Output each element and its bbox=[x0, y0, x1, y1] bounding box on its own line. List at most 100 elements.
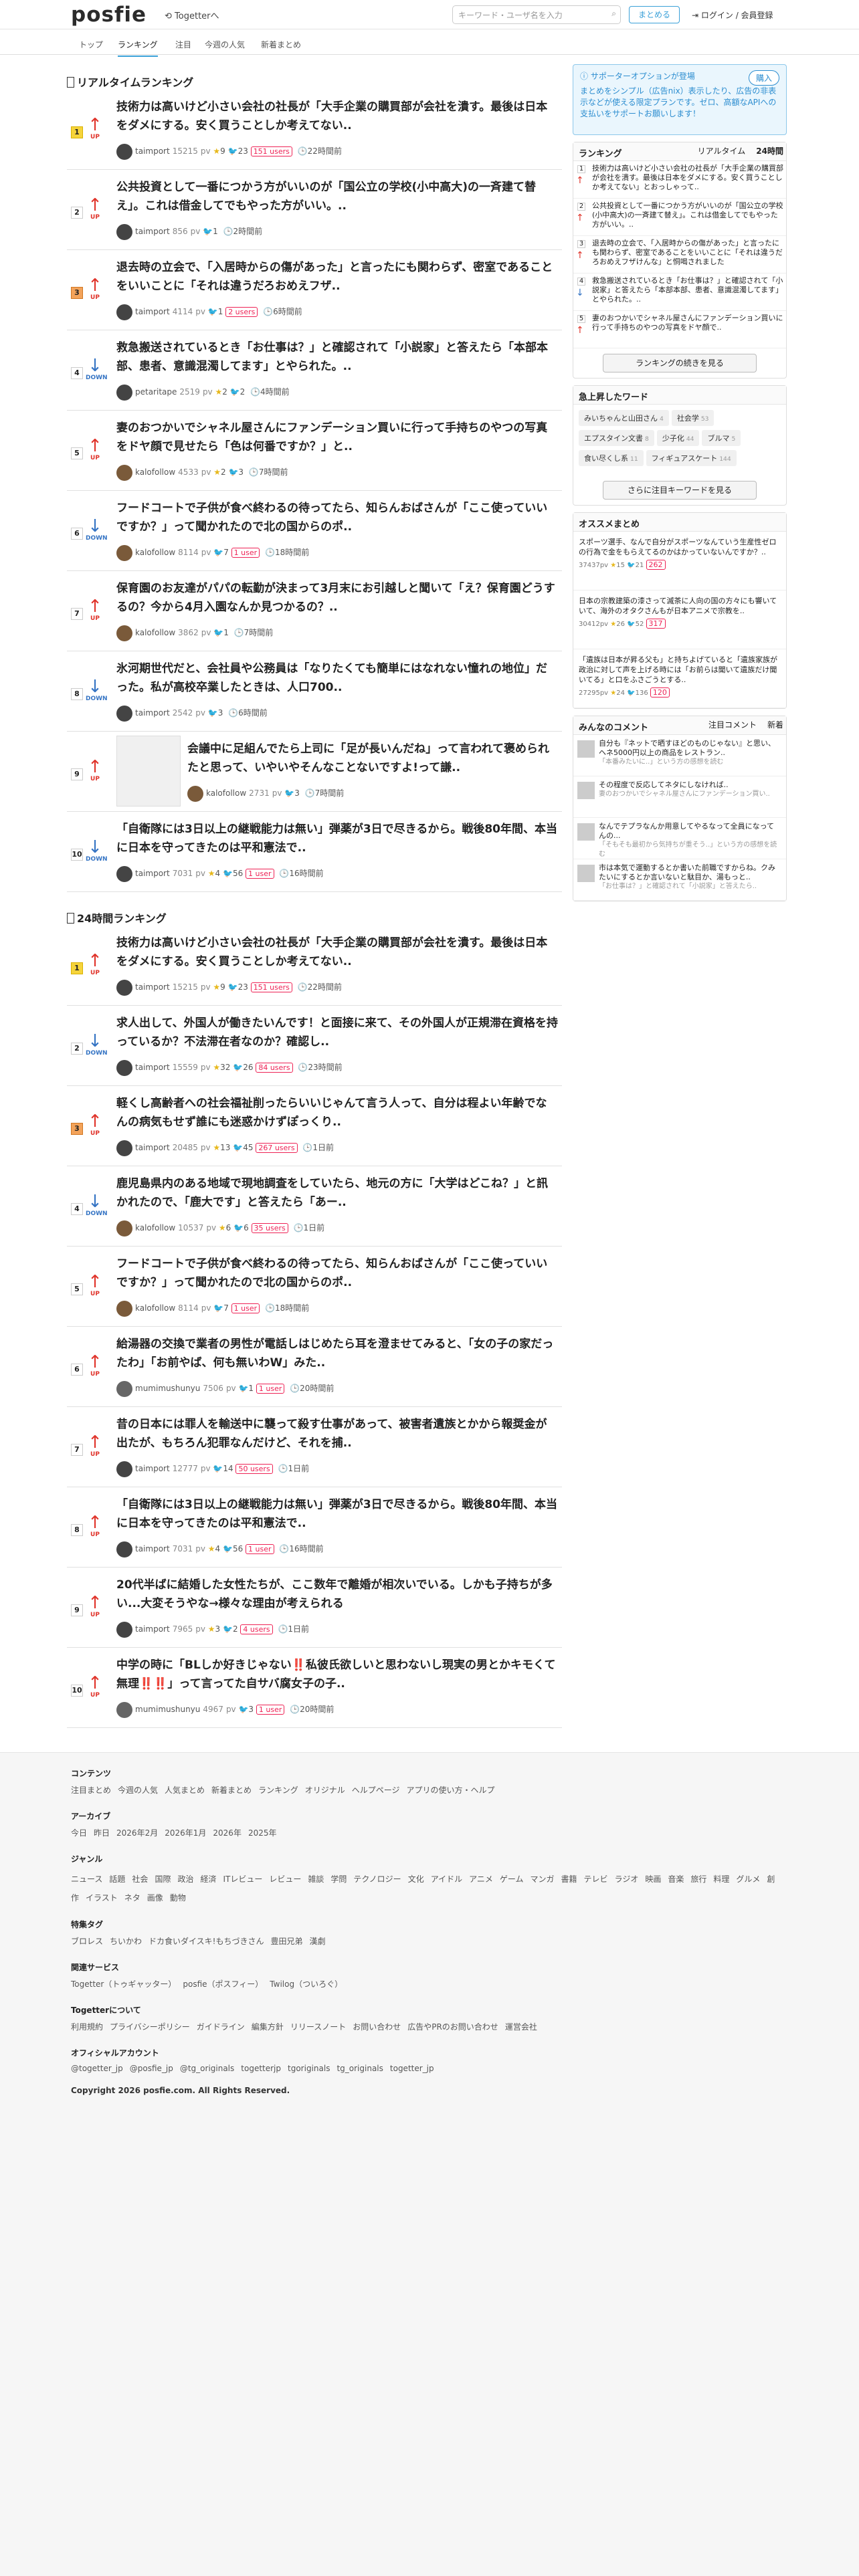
keyword-chip[interactable]: エプスタイン文書 8 bbox=[579, 430, 654, 446]
avatar[interactable] bbox=[116, 1220, 132, 1237]
comment-text[interactable]: その程度で反応してネタにしなければ.. bbox=[599, 780, 781, 790]
username[interactable]: taimport bbox=[135, 146, 170, 156]
sidebar-ranking-title[interactable]: 救急搬送されているとき「お仕事は？」と確認されて「小説家」と答えたら「本部本部、… bbox=[592, 276, 783, 304]
keyword-chip[interactable]: 少子化 44 bbox=[656, 430, 700, 446]
supporter-ad[interactable]: ⓘ サポーターオプションが登場 購入 まとめをシンプル（広告nix）表示したり、… bbox=[573, 64, 787, 135]
recommended-title[interactable]: 「遺族は日本が昇る父も」と持ちよげていると「遺族家族が政治に対して声を上げる時に… bbox=[579, 655, 781, 685]
genre-link[interactable]: ラジオ bbox=[615, 1874, 639, 1884]
genre-link[interactable]: 話題 bbox=[109, 1874, 125, 1884]
sidebar-ranking-title[interactable]: 妻のおつかいでシャネル屋さんにファンデーション買いに行って手持ちのやつの写真をド… bbox=[592, 314, 783, 332]
genre-link[interactable]: 音楽 bbox=[668, 1874, 684, 1884]
avatar[interactable] bbox=[116, 544, 132, 561]
footer-link[interactable]: プライバシーポリシー bbox=[110, 2022, 190, 2032]
posfie-logo[interactable]: posfie bbox=[71, 3, 147, 27]
keyword-chip[interactable]: フィギュアスケート 144 bbox=[646, 450, 737, 466]
comment-item[interactable]: 市は本気で運動するとか書いた前職ですからね。クみたいにするとか言いないと駄目か、… bbox=[573, 859, 786, 901]
username[interactable]: mumimushunyu bbox=[135, 1384, 200, 1393]
ranking-item[interactable]: 7 ↑ UP 昔の日本には罪人を輸送中に襲って殺す仕事があって、被害者遺族とかから報奨… bbox=[67, 1407, 562, 1487]
ranking-more-button[interactable]: ランキングの続きを見る bbox=[603, 354, 757, 372]
tag-link[interactable]: 豊田兄弟 bbox=[270, 1937, 302, 1946]
genre-link[interactable]: 旅行 bbox=[690, 1874, 706, 1884]
avatar[interactable] bbox=[116, 384, 132, 401]
service-link[interactable]: Togetter（トゥギャッター） bbox=[71, 1979, 176, 1989]
footer-link[interactable]: 利用規約 bbox=[71, 2022, 103, 2032]
nav-featured[interactable]: 注目 bbox=[175, 39, 191, 50]
comment-text[interactable]: 自分も『ネットで晒すほどのものじゃない』と思い、ヘネ5000円以上の商品をレスト… bbox=[599, 739, 781, 758]
item-title[interactable]: 求人出して、外国人が働きたいんです！と面接に来て、その外国人が正規滞在資格を持っ… bbox=[116, 1014, 558, 1051]
sidebar-ranking-item[interactable]: 5 ↑ 妻のおつかいでシャネル屋さんにファンデーション買いに行って手持ちのやつの写真… bbox=[573, 311, 786, 348]
item-title[interactable]: 妻のおつかいでシャネル屋さんにファンデーション買いに行って手持ちのやつの写真をド… bbox=[116, 419, 558, 456]
genre-link[interactable]: 動物 bbox=[170, 1893, 186, 1903]
ranking-item[interactable]: 3 ↑ UP 軽くし高齢者への社会福祉削ったらいいじゃんて言う人って、自分は程よい年齢… bbox=[67, 1086, 562, 1166]
comment-item[interactable]: その程度で反応してネタにしなければ.. 妻のおつかいでシャネル屋さんにファンデーシ… bbox=[573, 776, 786, 818]
avatar[interactable] bbox=[116, 223, 132, 240]
keyword-chip[interactable]: 食い尽くし系 11 bbox=[579, 450, 644, 466]
username[interactable]: kalofollow bbox=[135, 1303, 175, 1313]
username[interactable]: taimport bbox=[135, 1544, 170, 1553]
comment-item[interactable]: 自分も『ネットで晒すほどのものじゃない』と思い、ヘネ5000円以上の商品をレスト… bbox=[573, 735, 786, 776]
avatar[interactable] bbox=[116, 625, 132, 641]
social-link[interactable]: @togetter_jp bbox=[71, 2064, 123, 2073]
item-title[interactable]: 「自衛隊には3日以上の継戦能力は無い」弾薬が3日で尽きるから。戦後80年間、本当… bbox=[116, 1495, 558, 1533]
username[interactable]: petaritape bbox=[135, 387, 177, 397]
ranking-item[interactable]: 6 ↓ DOWN フードコートで子供が食べ終わるの待ってたら、知らんおばさんが「ここ使… bbox=[67, 491, 562, 571]
avatar[interactable] bbox=[116, 1541, 132, 1558]
sidebar-ranking-title[interactable]: 技術力は高いけど小さい会社の社長が「大手企業の購買部が会社を潰す。最後は日本をダ… bbox=[592, 164, 783, 191]
footer-link[interactable]: 人気まとめ bbox=[165, 1786, 205, 1795]
item-title[interactable]: 中学の時に「BLしか好きじゃない‼️私彼氏欲しいと思わないし現実の男とかキモくて… bbox=[116, 1656, 558, 1693]
social-link[interactable]: @tg_originals bbox=[180, 2064, 234, 2073]
ranking-item[interactable]: 3 ↑ UP 退去時の立会で、「入居時からの傷があった」と言ったにも関わらず、密室であ… bbox=[67, 250, 562, 330]
sidebar-ranking-title[interactable]: 公共投資として一番につかう方がいいのが「国公立の学校(小中高大)の一斉建て替え」… bbox=[592, 201, 783, 229]
comment-item[interactable]: なんでテプラなんか用意してやるなって全員になってんの... 「そもそも最初から気持… bbox=[573, 818, 786, 859]
genre-link[interactable]: レビュー bbox=[269, 1874, 301, 1884]
item-title[interactable]: 鹿児島県内のある地域で現地調査をしていたら、地元の方に「大学はどこね？」と訊かれ… bbox=[116, 1174, 558, 1212]
recommended-item[interactable]: 日本の宗教建築の漆さって滅茶に人向の国の方々にも響いていて、海外のオタクさんもが… bbox=[573, 591, 786, 649]
footer-link[interactable]: リリースノート bbox=[290, 2022, 346, 2032]
ranking-item[interactable]: 8 ↑ UP 「自衛隊には3日以上の継戦能力は無い」弾薬が3日で尽きるから。戦後80年… bbox=[67, 1487, 562, 1568]
ad-buy-button[interactable]: 購入 bbox=[748, 70, 779, 86]
item-title[interactable]: 公共投資として一番につかう方がいいのが「国公立の学校(小中高大)の一斉建て替え」… bbox=[116, 178, 558, 215]
username[interactable]: taimport bbox=[135, 1143, 170, 1152]
social-link[interactable]: @posfie_jp bbox=[130, 2064, 173, 2073]
genre-link[interactable]: ITレビュー bbox=[223, 1874, 262, 1884]
nav-new[interactable]: 新着まとめ bbox=[261, 39, 301, 50]
username[interactable]: kalofollow bbox=[206, 788, 246, 798]
username[interactable]: kalofollow bbox=[135, 628, 175, 637]
tag-link[interactable]: ドカ食いダイスキ!もちづきさん bbox=[149, 1937, 264, 1946]
username[interactable]: kalofollow bbox=[135, 548, 175, 557]
genre-link[interactable]: 雑談 bbox=[308, 1874, 324, 1884]
social-link[interactable]: togetterjp bbox=[241, 2064, 281, 2073]
avatar[interactable] bbox=[116, 1059, 132, 1076]
ranking-item[interactable]: 2 ↑ UP 公共投資として一番につかう方がいいのが「国公立の学校(小中高大)の一斉建… bbox=[67, 170, 562, 250]
ranking-item[interactable]: 10 ↓ DOWN 「自衛隊には3日以上の継戦能力は無い」弾薬が3日で尽きるから。戦後… bbox=[67, 812, 562, 892]
avatar[interactable] bbox=[116, 1140, 132, 1156]
username[interactable]: taimport bbox=[135, 1063, 170, 1072]
tab-featured-comments[interactable]: 注目コメント bbox=[708, 720, 757, 730]
sidebar-ranking-item[interactable]: 3 ↑ 退去時の立会で、「入居時からの傷があった」と言ったにも関わらず、密室であるこ… bbox=[573, 236, 786, 274]
social-link[interactable]: tg_originals bbox=[337, 2064, 383, 2073]
item-title[interactable]: 退去時の立会で、「入居時からの傷があった」と言ったにも関わらず、密室であることを… bbox=[116, 258, 558, 296]
keyword-chip[interactable]: ブルマ 5 bbox=[702, 430, 741, 446]
summary-button[interactable]: まとめる bbox=[629, 6, 680, 23]
username[interactable]: taimport bbox=[135, 708, 170, 718]
genre-link[interactable]: テクノロジー bbox=[353, 1874, 401, 1884]
genre-link[interactable]: 経済 bbox=[200, 1874, 216, 1884]
username[interactable]: taimport bbox=[135, 307, 170, 316]
ranking-item[interactable]: 10 ↑ UP 中学の時に「BLしか好きじゃない‼️私彼氏欲しいと思わないし現実の男と… bbox=[67, 1648, 562, 1728]
genre-link[interactable]: 映画 bbox=[645, 1874, 661, 1884]
footer-link[interactable]: お問い合わせ bbox=[353, 2022, 401, 2032]
login-link[interactable]: ⇥ ログイン / 会員登録 bbox=[692, 9, 773, 21]
avatar[interactable] bbox=[116, 1461, 132, 1477]
username[interactable]: taimport bbox=[135, 869, 170, 878]
nav-ranking[interactable]: ランキング bbox=[118, 39, 158, 57]
service-link[interactable]: Twilog（ついろぐ） bbox=[270, 1979, 343, 1989]
ranking-item[interactable]: 1 ↑ UP 技術力は高いけど小さい会社の社長が「大手企業の購買部が会社を潰す。最後は… bbox=[67, 926, 562, 1006]
sidebar-ranking-item[interactable]: 4 ↓ 救急搬送されているとき「お仕事は？」と確認されて「小説家」と答えたら「本部本… bbox=[573, 274, 786, 311]
genre-link[interactable]: 書籍 bbox=[561, 1874, 577, 1884]
ranking-item[interactable]: 9 ↑ UP 会議中に足組んでたら上司に「足が長いんだね」って言われて褒められたと思っ… bbox=[67, 732, 562, 812]
sidebar-ranking-item[interactable]: 1 ↑ 技術力は高いけど小さい会社の社長が「大手企業の購買部が会社を潰す。最後は日本… bbox=[573, 161, 786, 199]
username[interactable]: taimport bbox=[135, 1464, 170, 1473]
ranking-item[interactable]: 4 ↓ DOWN 救急搬送されているとき「お仕事は？」と確認されて「小説家」と答えたら… bbox=[67, 330, 562, 411]
footer-link[interactable]: 編集方針 bbox=[252, 2022, 284, 2032]
username[interactable]: taimport bbox=[135, 1624, 170, 1634]
